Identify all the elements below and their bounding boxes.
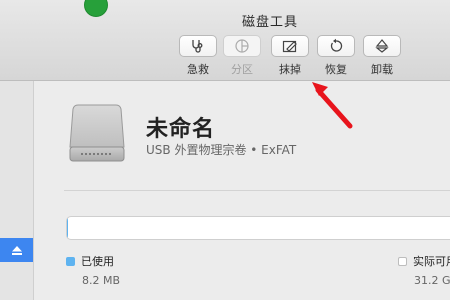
stethoscope-icon <box>192 40 203 53</box>
disk-utility-window: 磁盘工具 急救 分区 抹掉 恢复 卸载 未命名 USB 外置物理宗卷 • ExF… <box>0 0 450 300</box>
erase-pen-icon <box>282 40 297 53</box>
first-aid-tool[interactable]: 急救 <box>178 35 218 77</box>
free-value: 31.2 GB <box>414 274 450 287</box>
partition-tool[interactable]: 分区 <box>222 35 262 77</box>
volume-name: 未命名 <box>146 117 216 142</box>
free-swatch <box>398 256 407 266</box>
restore-label: 恢复 <box>325 63 347 76</box>
eject-icon[interactable] <box>11 245 22 255</box>
external-disk-icon <box>68 101 126 169</box>
partition-button[interactable] <box>223 35 261 57</box>
erase-tool[interactable]: 抹掉 <box>270 35 310 77</box>
legend-free: 实际可用 <box>398 253 450 269</box>
free-label: 实际可用 <box>413 255 450 268</box>
used-label: 已使用 <box>81 255 114 268</box>
window-title: 磁盘工具 <box>241 15 298 30</box>
erase-button[interactable] <box>271 35 309 57</box>
unmount-label: 卸载 <box>371 63 393 76</box>
restore-button[interactable] <box>317 35 355 57</box>
restore-arrow-icon <box>330 38 343 52</box>
partition-label: 分区 <box>231 63 253 76</box>
sidebar-selected-volume[interactable] <box>0 238 33 262</box>
usage-bar <box>66 216 450 240</box>
section-divider <box>64 190 450 191</box>
eject-icon <box>375 39 389 53</box>
sidebar <box>0 81 34 300</box>
used-swatch <box>66 256 75 266</box>
titlebar: 磁盘工具 急救 分区 抹掉 恢复 卸载 <box>0 0 450 81</box>
first-aid-label: 急救 <box>187 63 209 76</box>
used-value: 8.2 MB <box>82 274 121 287</box>
pie-chart-icon <box>235 39 249 53</box>
unmount-button[interactable] <box>363 35 401 57</box>
volume-description: USB 外置物理宗卷 • ExFAT <box>146 143 297 157</box>
erase-label: 抹掉 <box>279 63 301 76</box>
unmount-tool[interactable]: 卸载 <box>362 35 402 77</box>
main-content: 未命名 USB 外置物理宗卷 • ExFAT 已使用 8.2 MB 实际可用 3… <box>34 81 450 300</box>
legend-used: 已使用 <box>66 253 114 269</box>
restore-tool[interactable]: 恢复 <box>316 35 356 77</box>
first-aid-button[interactable] <box>179 35 217 57</box>
